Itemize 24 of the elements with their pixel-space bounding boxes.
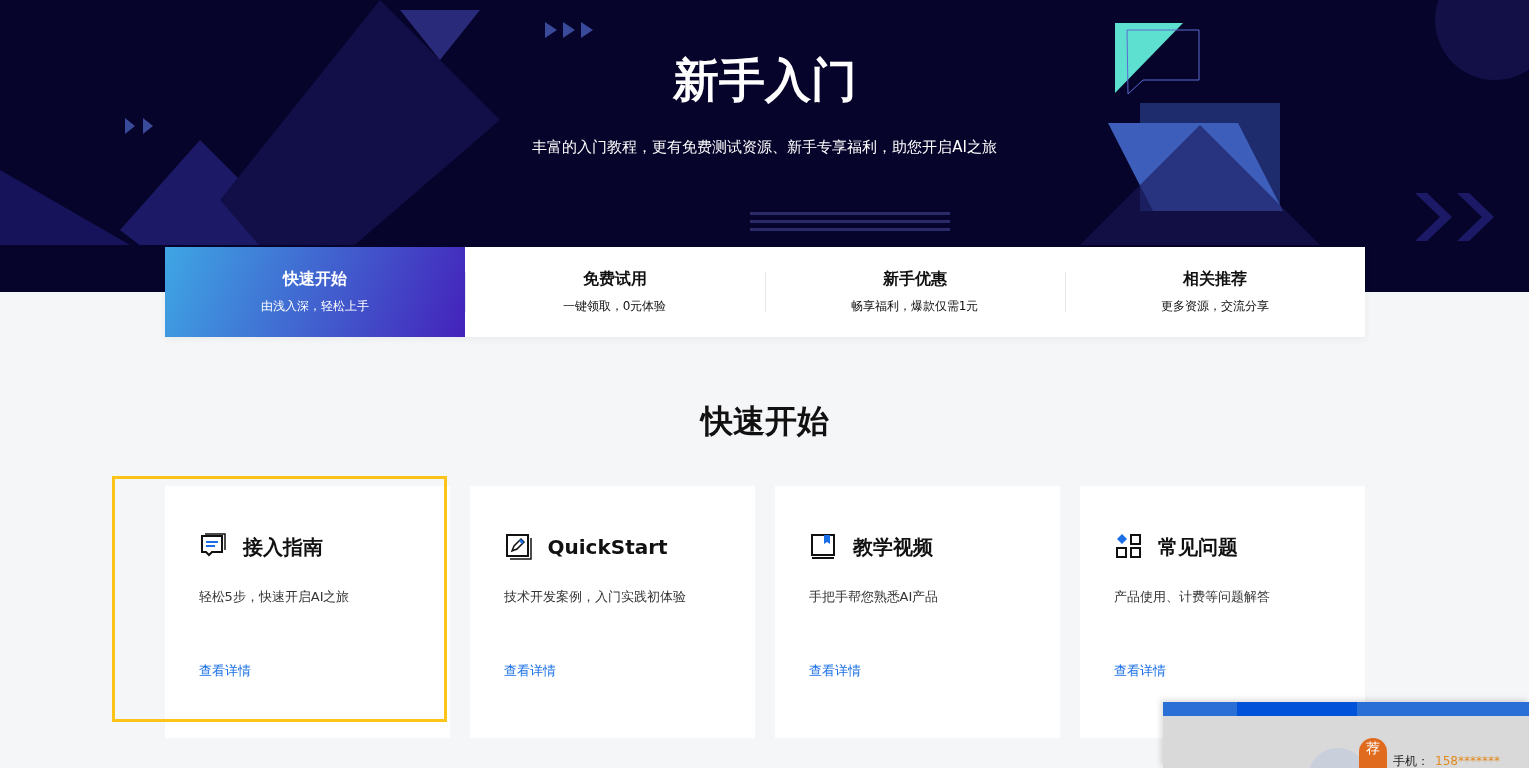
- popup-tab[interactable]: [1237, 702, 1357, 716]
- card-description: 轻松5步，快速开启AI之旅: [198, 588, 351, 606]
- hero-title: 新手入门: [672, 52, 857, 109]
- nav-tab[interactable]: 新手优惠 畅享福利，爆款仅需1元: [764, 247, 1065, 337]
- nav-tab[interactable]: 免费试用 一键领取，0元体验: [464, 247, 765, 337]
- card-title: 教学视频: [852, 533, 933, 561]
- recommend-badge: 荐: [1359, 738, 1387, 768]
- edit-icon: [503, 532, 534, 562]
- card-description: 技术开发案例，入门实践初体验: [503, 588, 687, 606]
- details-link[interactable]: 查看详情: [198, 662, 251, 680]
- card-title: 接入指南: [242, 533, 323, 561]
- section-heading: 快速开始: [698, 401, 830, 442]
- details-link[interactable]: 查看详情: [1113, 662, 1166, 680]
- details-link[interactable]: 查看详情: [503, 662, 556, 680]
- hero-subtitle: 丰富的入门教程，更有免费测试资源、新手专享福利，助您开启AI之旅: [532, 138, 997, 157]
- nav-tab[interactable]: 相关推荐 更多资源，交流分享: [1064, 247, 1365, 337]
- card-description: 手把手帮您熟悉AI产品: [808, 588, 940, 606]
- details-link[interactable]: 查看详情: [808, 662, 861, 680]
- nav-tab[interactable]: 快速开始 由浅入深，轻松上手: [164, 247, 465, 337]
- card-description: 产品使用、计费等问题解答: [1113, 588, 1271, 606]
- phone-value: 158*******: [1435, 754, 1500, 768]
- phone-label: 手机：: [1393, 754, 1429, 768]
- card-title: 常见问题: [1157, 533, 1238, 561]
- card-title: QuickStart: [547, 535, 668, 559]
